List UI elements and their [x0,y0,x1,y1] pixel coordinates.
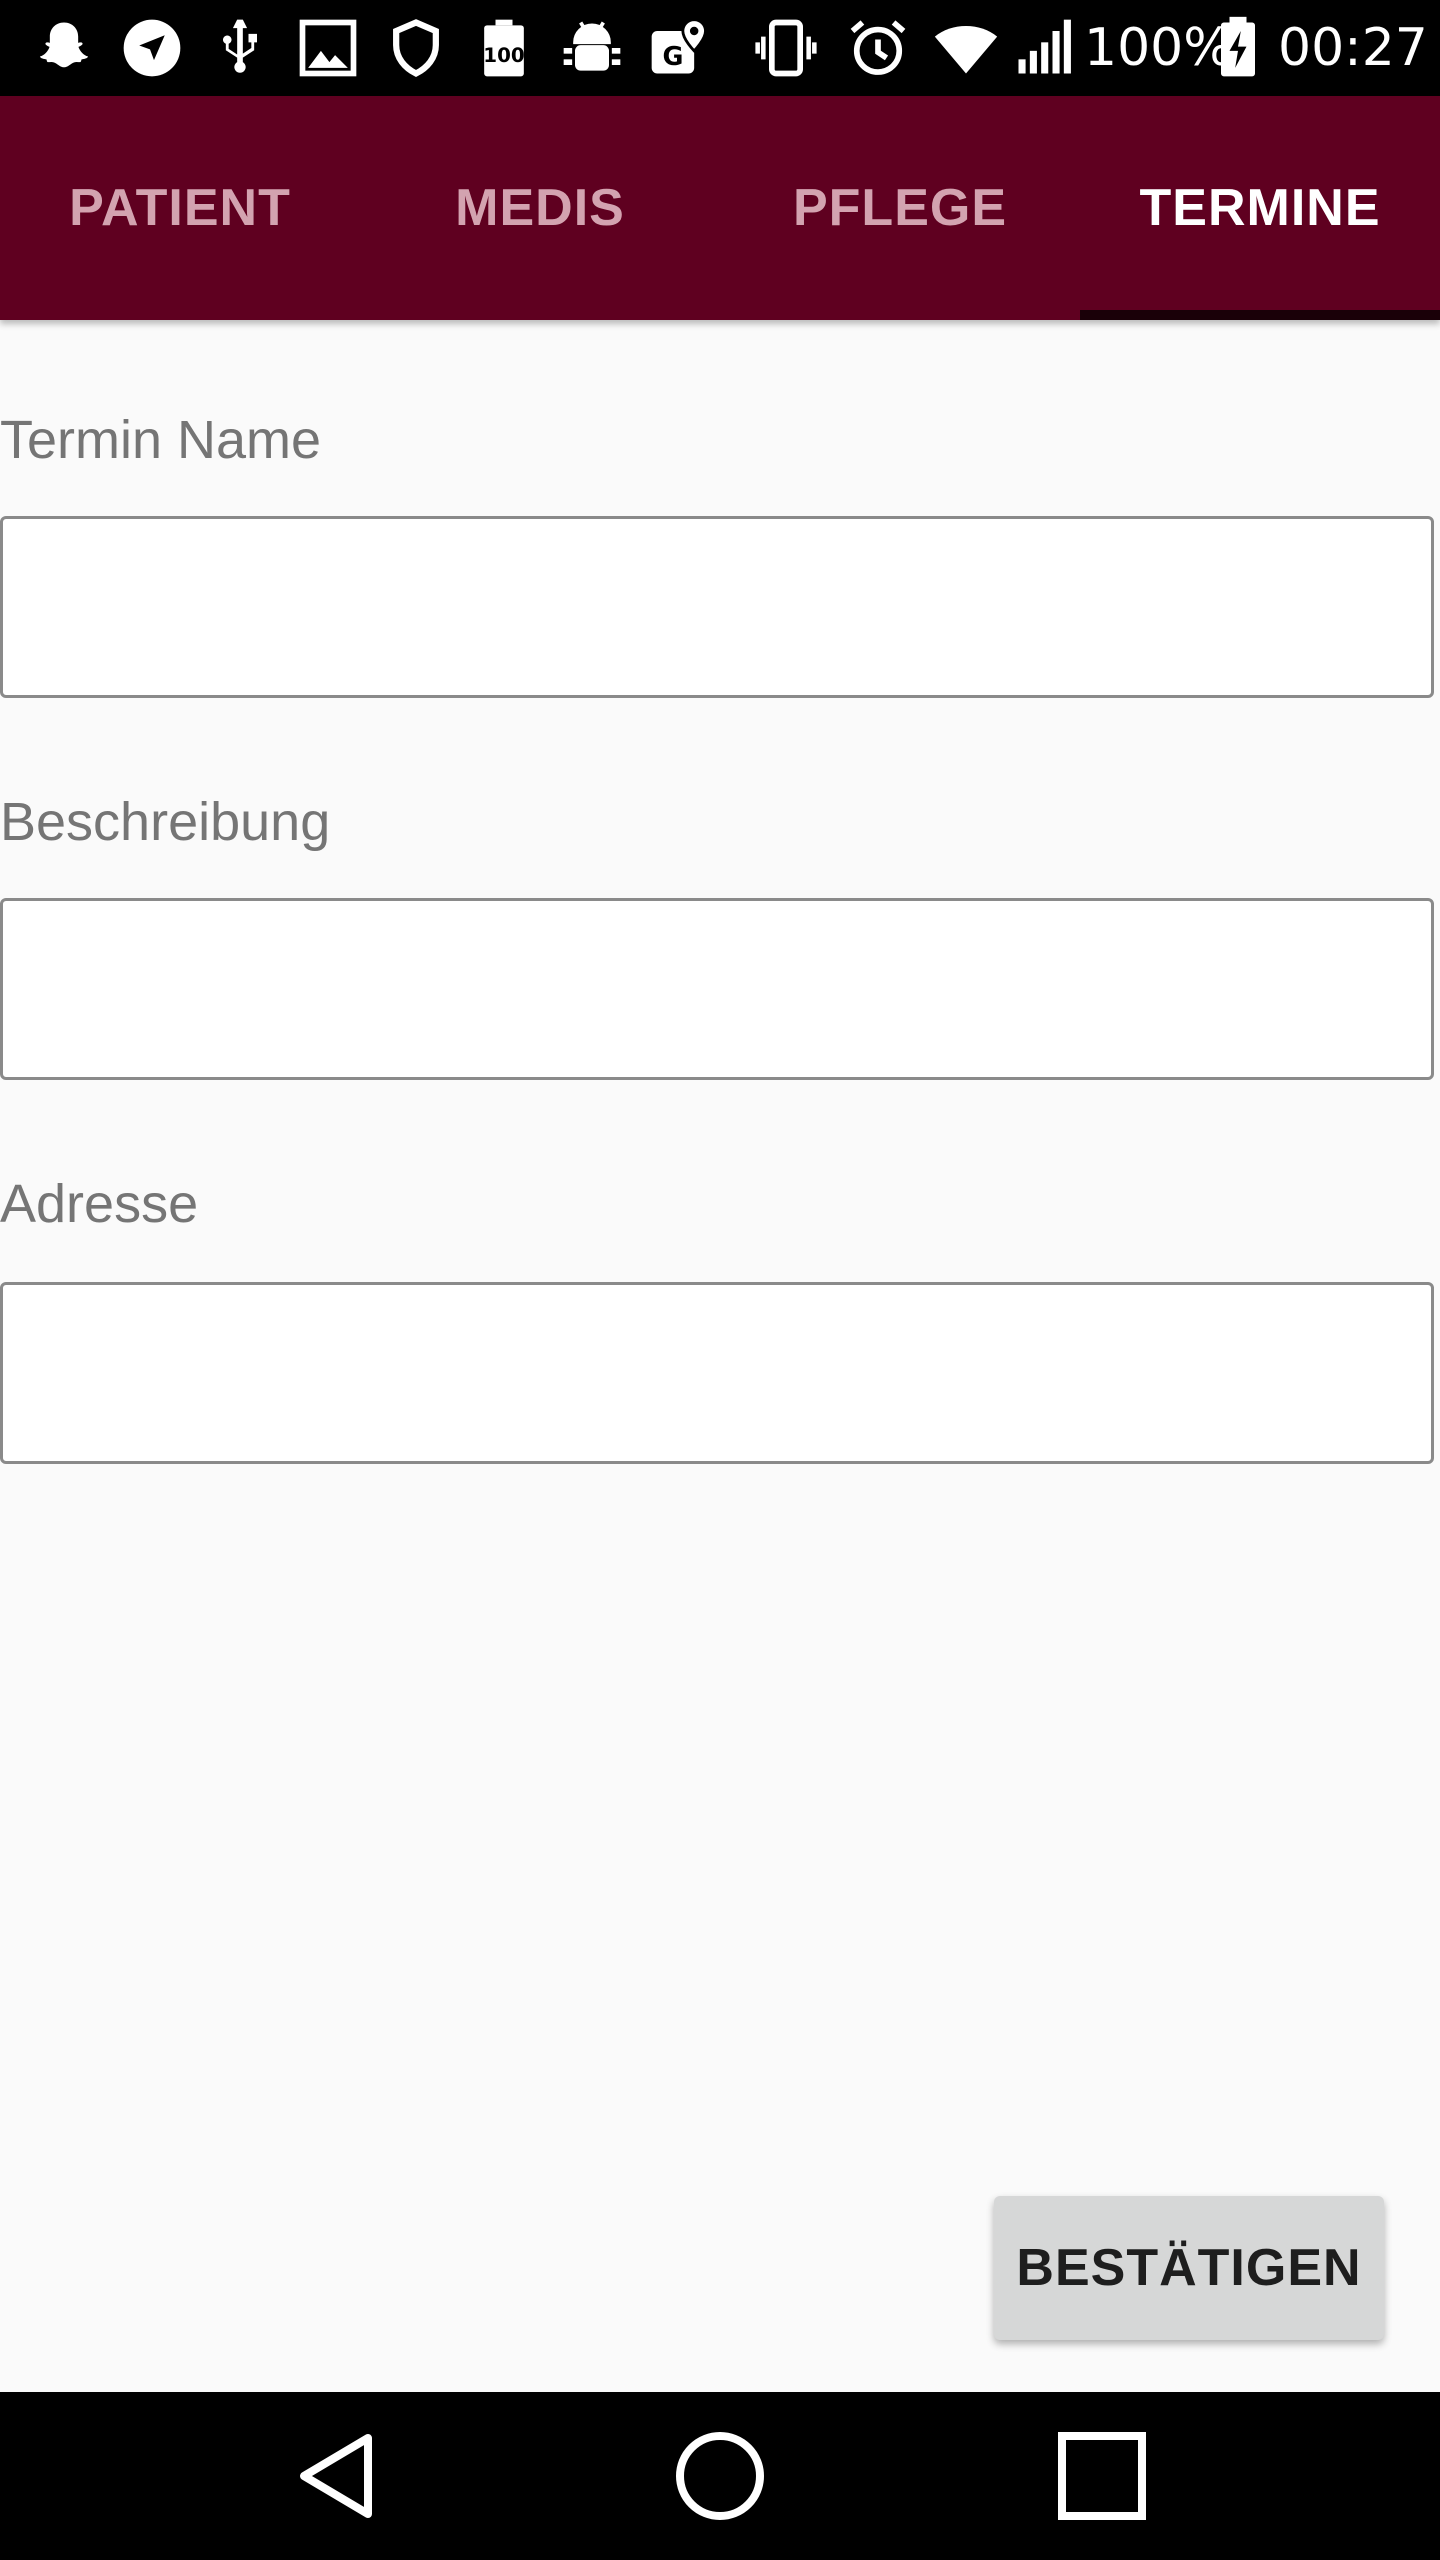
svg-text:G: G [662,42,683,72]
beschreibung-label: Beschreibung [0,792,331,852]
tab-pflege[interactable]: PFLEGE [720,96,1080,320]
tab-termine[interactable]: TERMINE [1080,96,1440,320]
termin-name-label: Termin Name [0,410,322,470]
tab-patient[interactable]: PATIENT [0,96,360,320]
maps-icon: G [646,14,714,82]
android-debug-icon [558,14,626,82]
beschreibung-input[interactable] [0,898,1434,1080]
termin-name-input[interactable] [0,516,1434,698]
usb-icon [206,14,274,82]
tab-medis[interactable]: MEDIS [360,96,720,320]
shield-icon [382,14,450,82]
battery-charging-icon [1212,14,1264,82]
wifi-icon [932,14,1000,82]
vibrate-icon [752,14,820,82]
adresse-label: Adresse [0,1174,199,1234]
adresse-input[interactable] [0,1282,1434,1464]
navigation-icon [118,14,186,82]
back-icon[interactable] [290,2426,390,2526]
image-icon [294,14,362,82]
battery-percent: 100% [1084,18,1233,78]
active-tab-indicator [1080,310,1440,320]
signal-icon [1010,14,1078,82]
snapchat-icon [30,14,98,82]
navigation-bar [0,2392,1440,2560]
status-bar: 100 G 100% 00:27 [0,0,1440,96]
confirm-button[interactable]: BESTÄTIGEN [994,2196,1384,2340]
battery-100-icon: 100 [470,14,538,82]
svg-text:100: 100 [483,44,524,67]
tab-bar: PATIENT MEDIS PFLEGE TERMINE [0,96,1440,320]
alarm-icon [844,14,912,82]
home-icon[interactable] [670,2426,770,2526]
clock: 00:27 [1278,18,1428,78]
recents-icon[interactable] [1052,2426,1152,2526]
